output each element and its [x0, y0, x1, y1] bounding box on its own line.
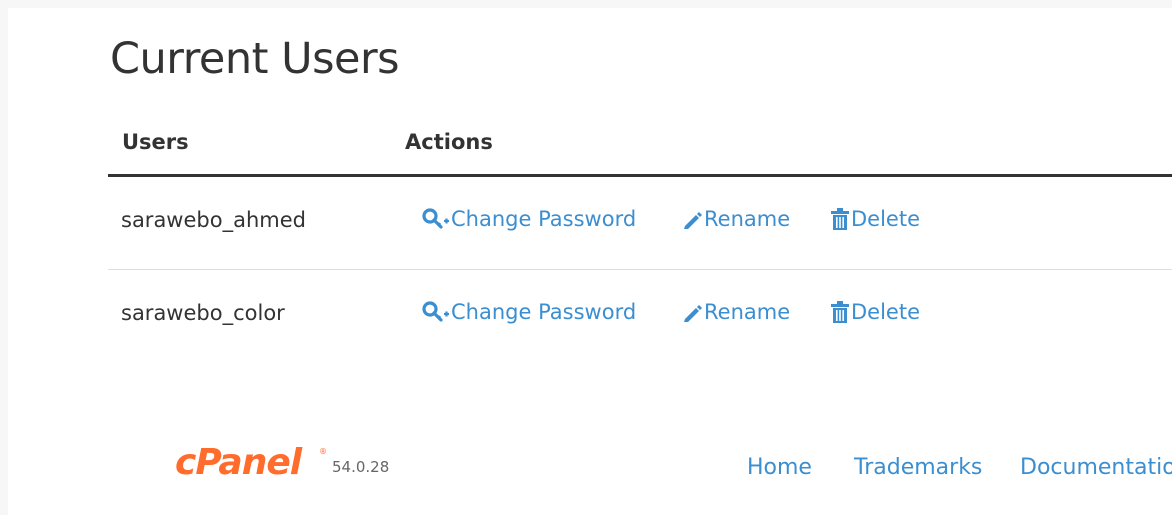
pencil-icon	[681, 301, 703, 323]
svg-text:cPanel: cPanel	[175, 442, 303, 482]
users-table: Users Actions sarawebo_ahmed Change Pass…	[108, 116, 1172, 362]
trash-icon	[830, 300, 850, 324]
delete-link[interactable]: Delete	[830, 207, 920, 231]
svg-text:®: ®	[319, 447, 327, 456]
version-label: 54.0.28	[332, 458, 390, 476]
key-icon	[422, 207, 450, 231]
key-icon	[422, 300, 450, 324]
rename-label: Rename	[704, 300, 791, 324]
column-header-users: Users	[122, 130, 189, 154]
column-header-actions: Actions	[405, 130, 493, 154]
rename-link[interactable]: Rename	[681, 207, 790, 231]
pencil-icon	[681, 208, 703, 230]
change-password-link[interactable]: Change Password	[422, 207, 636, 231]
footer-link-home[interactable]: Home	[747, 455, 812, 480]
change-password-link[interactable]: Change Password	[422, 300, 636, 324]
page: Current Users Users Actions sarawebo_ahm…	[0, 0, 1172, 515]
footer-link-trademarks[interactable]: Trademarks	[854, 455, 982, 480]
footer-link-documentation[interactable]: Documentation	[1020, 455, 1172, 480]
delete-label: Delete	[851, 300, 920, 324]
trash-icon	[830, 207, 850, 231]
change-password-label: Change Password	[451, 300, 637, 324]
delete-label: Delete	[851, 207, 920, 231]
page-title: Current Users	[110, 34, 400, 84]
table-row: sarawebo_ahmed Change Password Rename De…	[108, 177, 1172, 270]
rename-link[interactable]: Rename	[681, 300, 790, 324]
footer: cPanel ® 54.0.28 Home Trademarks Documen…	[8, 428, 1172, 488]
username-cell: sarawebo_ahmed	[121, 208, 306, 232]
table-row: sarawebo_color Change Password Rename De…	[108, 270, 1172, 362]
cpanel-logo: cPanel ®	[173, 442, 329, 486]
rename-label: Rename	[704, 207, 791, 231]
delete-link[interactable]: Delete	[830, 300, 920, 324]
username-cell: sarawebo_color	[121, 301, 285, 325]
table-header: Users Actions	[108, 116, 1172, 177]
change-password-label: Change Password	[451, 207, 637, 231]
